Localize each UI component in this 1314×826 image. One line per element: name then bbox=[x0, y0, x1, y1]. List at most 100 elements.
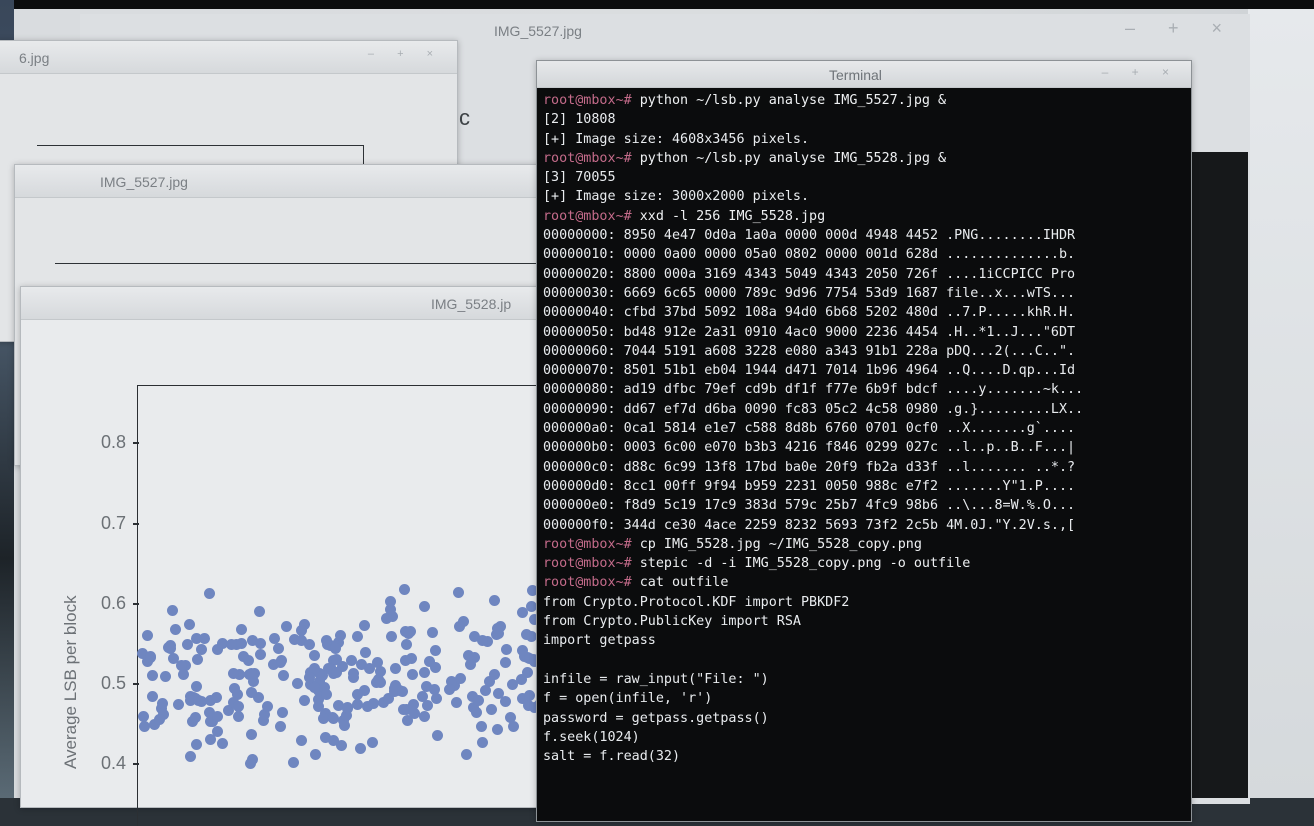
window-img-5528-plot[interactable]: IMG_5528.jp 0.8 0.7 0.6 0.5 0.4 Average … bbox=[20, 286, 558, 826]
scatter-point bbox=[390, 662, 402, 674]
window-titlebar[interactable]: 6.jpg – + × bbox=[0, 41, 457, 74]
shell-command: xxd -l 256 IMG_5528.jpg bbox=[639, 208, 826, 224]
scatter-point bbox=[288, 756, 300, 768]
terminal-line: root@mbox~# python ~/lsb.py analyse IMG_… bbox=[543, 91, 1187, 110]
output-text: f = open(infile, 'r') bbox=[543, 691, 713, 707]
shell-prompt: root@mbox~# bbox=[543, 556, 640, 572]
scatter-point bbox=[308, 681, 320, 693]
scatter-point bbox=[254, 605, 266, 617]
window-title: IMG_5527.jpg bbox=[494, 23, 582, 39]
terminal-titlebar[interactable]: Terminal – + × bbox=[537, 61, 1191, 88]
output-text: from Crypto.Protocol.KDF import PBKDF2 bbox=[543, 594, 850, 610]
terminal-line: import getpass bbox=[543, 631, 1187, 650]
scatter-point bbox=[334, 629, 346, 641]
scatter-point bbox=[505, 711, 517, 723]
output-text: 000000c0: d88c 6c99 13f8 17bd ba0e 20f9 … bbox=[543, 459, 1076, 475]
ytick-mark bbox=[133, 683, 139, 685]
scatter-point bbox=[309, 748, 321, 760]
terminal-line: root@mbox~# python ~/lsb.py analyse IMG_… bbox=[543, 149, 1187, 168]
output-text: f.seek(1024) bbox=[543, 729, 640, 745]
terminal-line: salt = f.read(32) bbox=[543, 747, 1187, 766]
terminal-window[interactable]: Terminal – + × root@mbox~# python ~/lsb.… bbox=[536, 60, 1192, 822]
window-controls[interactable]: – + × bbox=[1125, 18, 1236, 39]
plot-frame-top bbox=[37, 145, 363, 146]
ytick-label: 0.7 bbox=[101, 513, 127, 533]
scatter-point bbox=[385, 630, 397, 642]
output-text: 000000f0: 344d ce30 4ace 2259 8232 5693 … bbox=[543, 517, 1076, 533]
window-titlebar[interactable]: IMG_5528.jp bbox=[21, 287, 551, 320]
terminal-line: 00000080: ad19 dfbc 79ef cd9b df1f f77e … bbox=[543, 380, 1187, 399]
output-text: 00000070: 8501 51b1 eb04 1944 d471 7014 … bbox=[543, 363, 1076, 379]
scatter-point bbox=[416, 690, 428, 702]
scatter-point bbox=[330, 666, 342, 678]
scatter-point bbox=[320, 689, 332, 701]
ytick-label: 0.6 bbox=[101, 593, 127, 613]
scatter-point bbox=[246, 667, 258, 679]
output-text: salt = f.read(32) bbox=[543, 749, 681, 765]
output-text: import getpass bbox=[543, 633, 656, 649]
output-text: infile = raw_input("File: ") bbox=[543, 671, 769, 687]
terminal-line: 00000030: 6669 6c65 0000 789c 9d96 7754 … bbox=[543, 284, 1187, 303]
scatter-point bbox=[199, 632, 211, 644]
window-title: 6.jpg bbox=[19, 50, 50, 66]
ytick-mark bbox=[133, 763, 139, 765]
terminal-output[interactable]: root@mbox~# python ~/lsb.py analyse IMG_… bbox=[543, 91, 1187, 766]
shell-command: stepic -d -i IMG_5528_copy.png -o outfil… bbox=[639, 556, 971, 572]
scatter-point bbox=[165, 642, 177, 654]
window-controls[interactable]: – + × bbox=[368, 48, 443, 60]
output-text: 000000a0: 0ca1 5814 e1e7 c588 8d8b 6760 … bbox=[543, 421, 1076, 437]
window-titlebar[interactable]: IMG_5527.jpg bbox=[15, 165, 555, 198]
scatter-point bbox=[453, 621, 465, 633]
scatter-point bbox=[139, 720, 151, 732]
scatter-point bbox=[476, 634, 488, 646]
scatter-point bbox=[169, 623, 181, 635]
scatter-point bbox=[359, 646, 371, 658]
scatter-point bbox=[517, 644, 529, 656]
terminal-line: 000000c0: d88c 6c99 13f8 17bd ba0e 20f9 … bbox=[543, 458, 1187, 477]
scatter-point bbox=[235, 638, 247, 650]
output-text: 00000080: ad19 dfbc 79ef cd9b df1f f77e … bbox=[543, 382, 1084, 398]
ytick-label: 0.5 bbox=[101, 673, 127, 693]
ytick-mark bbox=[133, 523, 139, 525]
output-text: from Crypto.PublicKey import RSA bbox=[543, 614, 801, 630]
scatter-point bbox=[146, 669, 158, 681]
terminal-line: 00000020: 8800 000a 3169 4343 5049 4343 … bbox=[543, 265, 1187, 284]
shell-prompt: root@mbox~# bbox=[543, 575, 640, 591]
scatter-point bbox=[146, 690, 158, 702]
scatter-point bbox=[355, 742, 367, 754]
scatter-point bbox=[254, 648, 266, 660]
scatter-point bbox=[460, 748, 472, 760]
scatter-point bbox=[398, 583, 410, 595]
scatter-point bbox=[491, 723, 503, 735]
output-text: 000000e0: f8d9 5c19 17c9 383d 579c 25b7 … bbox=[543, 498, 1076, 514]
scatter-point bbox=[431, 730, 443, 741]
scatter-point bbox=[406, 668, 418, 680]
scatter-point bbox=[312, 700, 324, 712]
scatter-point bbox=[320, 634, 332, 646]
output-text: 00000010: 0000 0a00 0000 05a0 0802 0000 … bbox=[543, 247, 1076, 263]
scatter-point bbox=[339, 719, 351, 731]
output-text: 00000050: bd48 912e 2a31 0910 4ac0 9000 … bbox=[543, 324, 1076, 340]
terminal-line: f.seek(1024) bbox=[543, 728, 1187, 747]
scatter-point bbox=[257, 714, 269, 726]
scatter-point bbox=[455, 672, 467, 684]
scatter-point bbox=[144, 652, 156, 664]
terminal-line: from Crypto.PublicKey import RSA bbox=[543, 612, 1187, 631]
scatter-point bbox=[418, 600, 430, 612]
shell-command: python ~/lsb.py analyse IMG_5528.jpg & bbox=[639, 150, 947, 166]
scatter-point bbox=[351, 698, 363, 710]
scatter-point bbox=[182, 638, 194, 650]
shell-command: cp IMG_5528.jpg ~/IMG_5528_copy.png bbox=[639, 536, 922, 552]
y-axis-label: Average LSB per block bbox=[61, 595, 80, 769]
scatter-point bbox=[451, 696, 463, 708]
scatter-point bbox=[272, 643, 284, 655]
output-text: [+] Image size: 3000x2000 pixels. bbox=[543, 189, 810, 205]
window-title: IMG_5528.jp bbox=[431, 296, 512, 312]
scatter-point bbox=[400, 638, 412, 650]
scatter-point bbox=[211, 711, 223, 723]
window-controls[interactable]: – + × bbox=[1102, 65, 1179, 79]
terminal-line: [+] Image size: 3000x2000 pixels. bbox=[543, 187, 1187, 206]
scatter-point bbox=[429, 661, 441, 673]
scatter-point bbox=[500, 643, 512, 655]
